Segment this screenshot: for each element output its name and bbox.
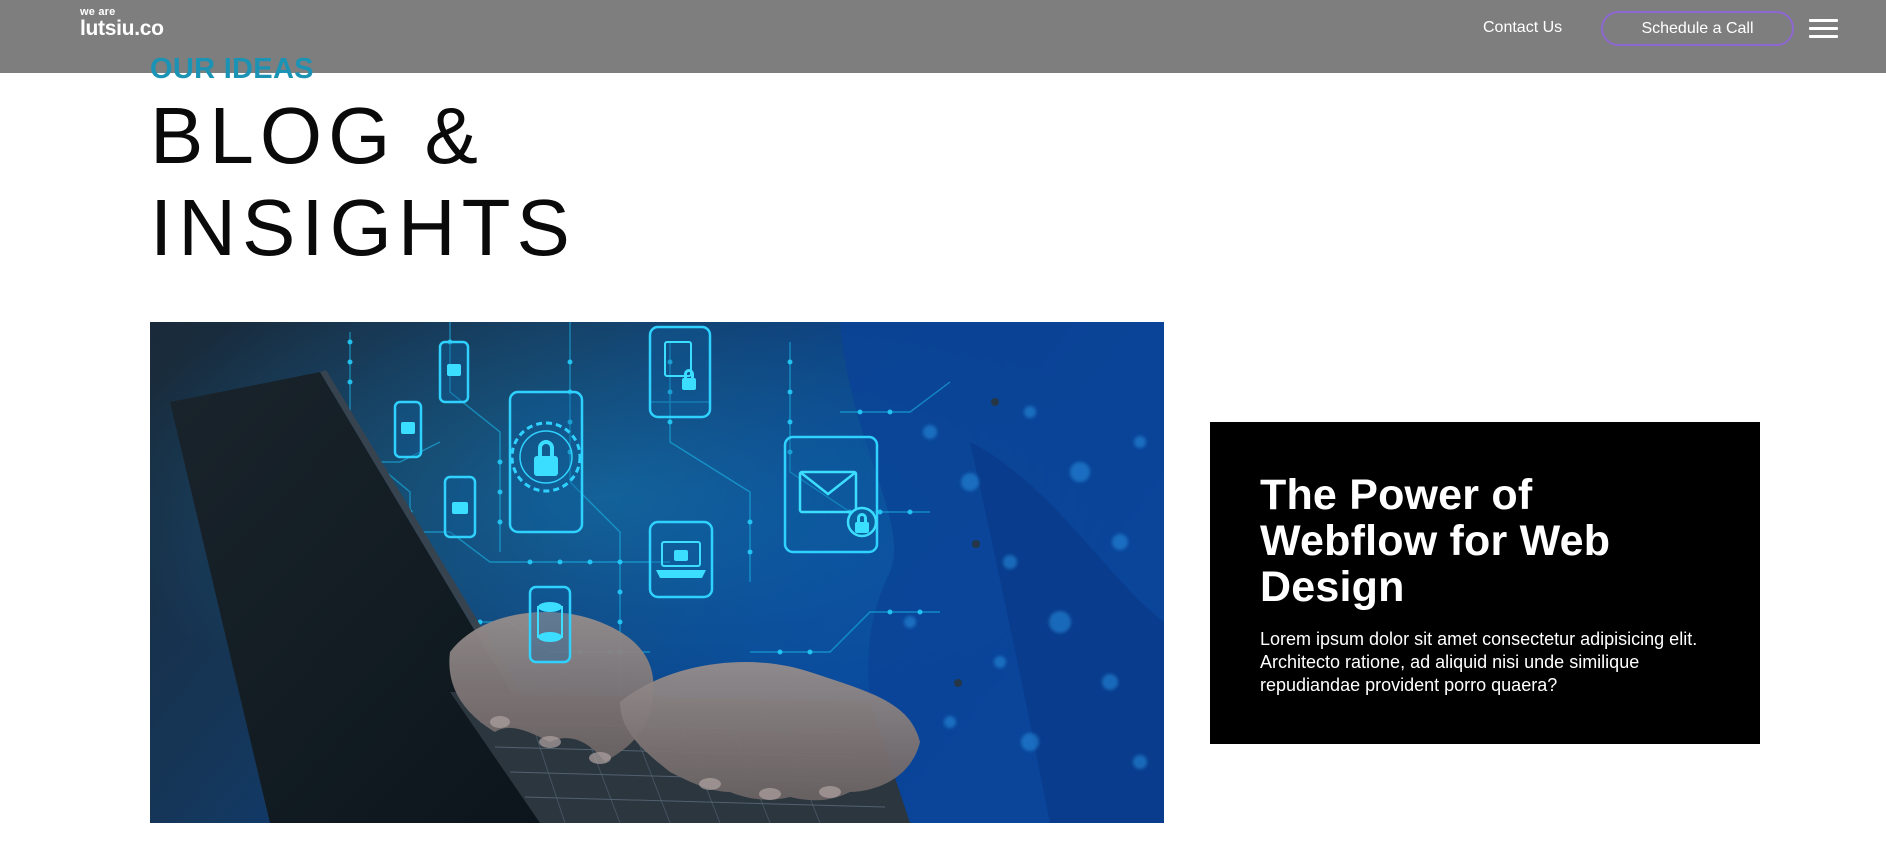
- page: we are lutsiu.co Contact Us Schedule a C…: [0, 0, 1886, 857]
- page-title-line-1: BLOG &: [150, 91, 484, 180]
- hamburger-menu-icon[interactable]: [1809, 17, 1838, 39]
- featured-post-image[interactable]: [150, 322, 1164, 823]
- featured-post-card[interactable]: The Power of Webflow for Web Design Lore…: [1210, 422, 1760, 744]
- page-title-line-2: INSIGHTS: [150, 183, 576, 272]
- logo-wordmark: lutsiu.co: [80, 17, 164, 40]
- featured-post-title[interactable]: The Power of Webflow for Web Design: [1260, 472, 1720, 610]
- schedule-call-button[interactable]: Schedule a Call: [1601, 11, 1794, 46]
- featured-post-excerpt: Lorem ipsum dolor sit amet consectetur a…: [1260, 629, 1698, 695]
- menu-bar: [1809, 35, 1838, 38]
- contact-us-link[interactable]: Contact Us: [1483, 18, 1562, 38]
- menu-bar: [1809, 27, 1838, 30]
- section-eyebrow: OUR IDEAS: [150, 53, 314, 85]
- page-title: BLOG & INSIGHTS: [150, 90, 576, 274]
- logo-link[interactable]: we are lutsiu.co: [80, 7, 164, 40]
- menu-bar: [1809, 19, 1838, 22]
